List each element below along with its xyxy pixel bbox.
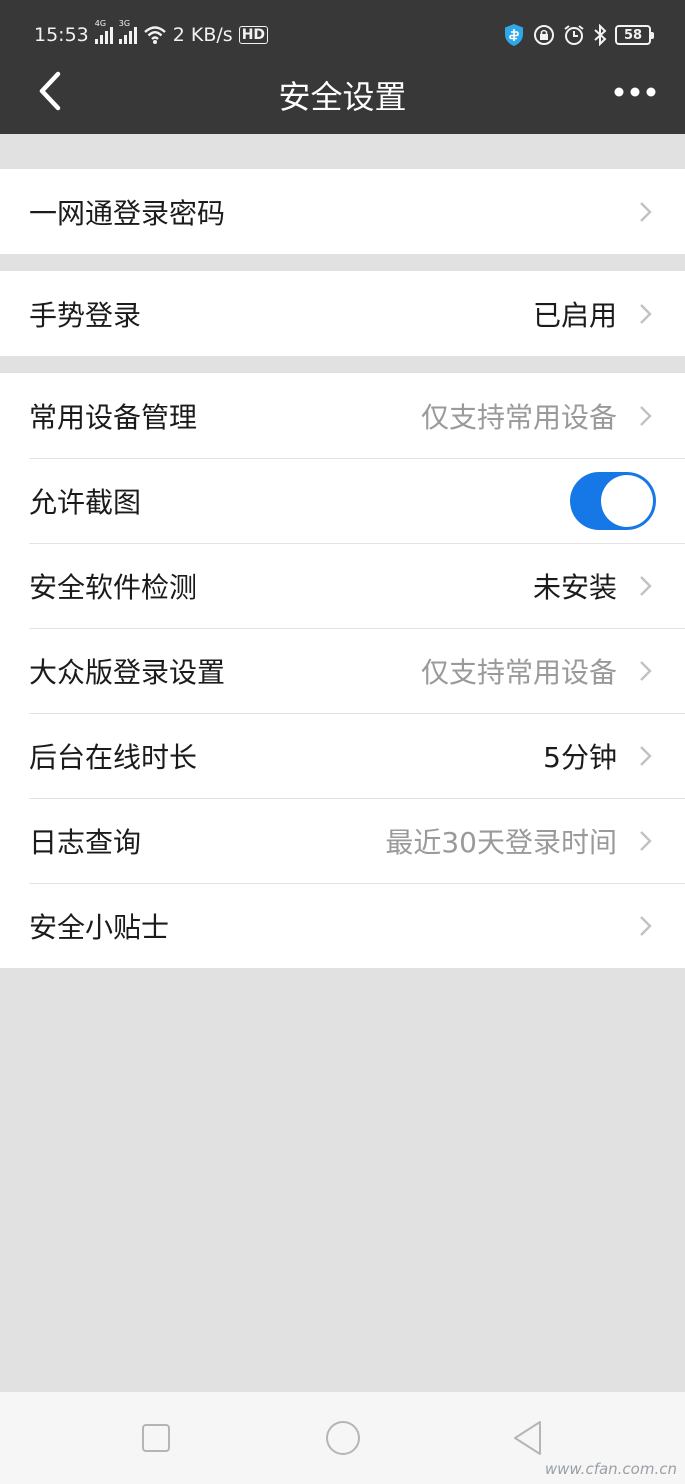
- watermark: www.cfan.com.cn: [544, 1460, 677, 1478]
- back-triangle-icon[interactable]: [510, 1416, 546, 1460]
- alarm-icon: [564, 25, 584, 45]
- row-label: 后台在线时长: [29, 740, 198, 774]
- chevron-right-icon: [640, 303, 652, 324]
- security-tips-row[interactable]: 安全小贴士: [0, 883, 685, 968]
- row-label: 一网通登录密码: [29, 196, 226, 230]
- top-bar: 15:53 4G 3G 2 KB/s HD 58 安全设置: [0, 0, 685, 134]
- network-speed: 2 KB/s: [172, 24, 233, 46]
- chevron-right-icon: [640, 660, 652, 681]
- row-label: 安全软件检测: [29, 570, 198, 604]
- row-label: 安全小贴士: [29, 910, 170, 944]
- status-time: 15:53: [34, 24, 89, 46]
- login-password-row[interactable]: 一网通登录密码: [0, 169, 685, 254]
- security-software-row[interactable]: 安全软件检测 未安装: [0, 543, 685, 628]
- settings-group-security: 常用设备管理 仅支持常用设备 允许截图 安全软件检测 未安装 大众版登录设置 仅…: [0, 373, 685, 968]
- more-button[interactable]: [611, 74, 659, 110]
- system-navigation-bar: www.cfan.com.cn: [0, 1392, 685, 1484]
- shield-icon: [505, 24, 523, 46]
- settings-group-gesture: 手势登录 已启用: [0, 271, 685, 356]
- settings-group-password: 一网通登录密码: [0, 169, 685, 254]
- wifi-icon: [143, 26, 166, 44]
- signal-3g-icon: 3G: [118, 19, 137, 44]
- chevron-right-icon: [640, 405, 652, 426]
- page-title: 安全设置: [278, 78, 407, 116]
- row-value: 仅支持常用设备: [420, 655, 617, 689]
- chevron-right-icon: [640, 915, 652, 936]
- signal-4g-icon: 4G: [94, 19, 113, 44]
- allow-screenshot-row: 允许截图: [0, 458, 685, 543]
- row-label: 允许截图: [29, 485, 142, 519]
- row-value: 未安装: [532, 570, 617, 604]
- row-value: 仅支持常用设备: [420, 400, 617, 434]
- gesture-login-row[interactable]: 手势登录 已启用: [0, 271, 685, 356]
- background-online-duration-row[interactable]: 后台在线时长 5分钟: [0, 713, 685, 798]
- more-dots-icon: [614, 87, 656, 97]
- row-value: 5分钟: [543, 740, 617, 774]
- battery-icon: 58: [615, 25, 654, 45]
- row-value: 最近30天登录时间: [385, 825, 617, 859]
- allow-screenshot-toggle[interactable]: [570, 471, 656, 530]
- chevron-right-icon: [640, 201, 652, 222]
- row-label: 大众版登录设置: [29, 655, 226, 689]
- row-label: 常用设备管理: [29, 400, 198, 434]
- home-circle-icon[interactable]: [323, 1416, 363, 1460]
- chevron-right-icon: [640, 830, 652, 851]
- row-label: 日志查询: [29, 825, 142, 859]
- common-device-row[interactable]: 常用设备管理 仅支持常用设备: [0, 373, 685, 458]
- row-value: 已启用: [532, 298, 617, 332]
- lock-rotation-icon: [534, 25, 554, 45]
- public-login-settings-row[interactable]: 大众版登录设置 仅支持常用设备: [0, 628, 685, 713]
- chevron-right-icon: [640, 745, 652, 766]
- hd-call-icon: HD: [238, 26, 269, 44]
- bluetooth-icon: [594, 24, 607, 46]
- battery-level: 58: [623, 27, 643, 43]
- navigation-bar: 安全设置: [0, 56, 685, 134]
- row-label: 手势登录: [29, 298, 142, 332]
- log-query-row[interactable]: 日志查询 最近30天登录时间: [0, 798, 685, 883]
- recent-apps-square-icon[interactable]: [140, 1416, 172, 1460]
- toggle-knob: [601, 474, 653, 527]
- chevron-right-icon: [640, 575, 652, 596]
